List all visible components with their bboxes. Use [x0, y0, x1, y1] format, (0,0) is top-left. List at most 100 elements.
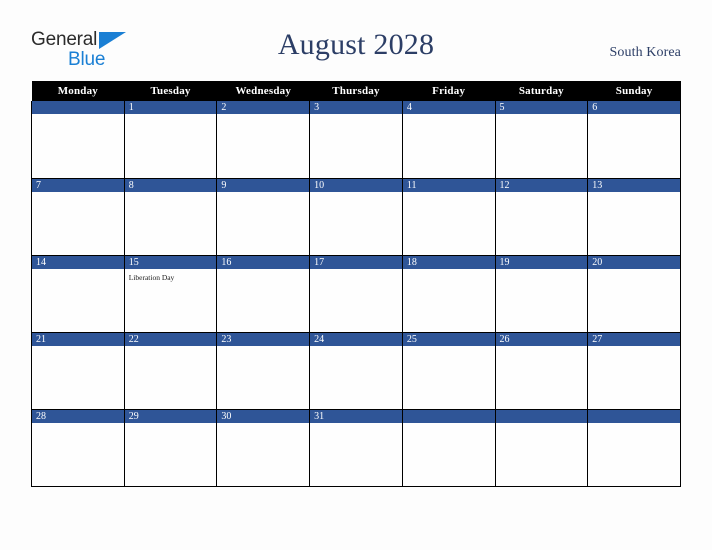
calendar-day-cell[interactable]: 26 [494, 332, 589, 410]
day-cell-inner: 12 [495, 178, 588, 255]
day-events [496, 114, 588, 118]
calendar-day-cell[interactable]: 18 [401, 255, 496, 333]
day-cell-inner: 1 [124, 101, 217, 178]
day-events [310, 423, 402, 427]
day-events [403, 114, 495, 118]
day-cell-inner [588, 409, 680, 486]
day-events [403, 346, 495, 350]
calendar-day-cell[interactable]: 21 [31, 332, 125, 410]
day-cell-inner: 23 [217, 332, 310, 409]
day-cell-inner: 21 [32, 332, 124, 409]
calendar-week-row: 28 29 30 31 [31, 409, 681, 487]
day-events [310, 346, 402, 350]
day-cell-inner: 27 [588, 332, 680, 409]
day-events [310, 269, 402, 273]
calendar-day-cell[interactable]: 25 [401, 332, 496, 410]
calendar-day-cell[interactable]: 6 [587, 101, 681, 179]
day-number: 9 [217, 178, 310, 192]
calendar-day-cell[interactable]: 3 [309, 101, 403, 179]
calendar-grid: Monday Tuesday Wednesday Thursday Friday… [31, 81, 681, 487]
calendar-day-cell[interactable]: 14 [31, 255, 125, 333]
calendar-day-cell[interactable]: 17 [309, 255, 403, 333]
calendar-day-cell[interactable]: 30 [216, 409, 311, 487]
day-cell-inner: 11 [402, 178, 495, 255]
day-number [32, 101, 124, 114]
day-cell-inner: 30 [217, 409, 310, 486]
calendar-day-cell[interactable]: 22 [123, 332, 218, 410]
calendar-day-cell[interactable]: 24 [309, 332, 403, 410]
day-cell-inner [495, 409, 588, 486]
day-events [217, 423, 309, 427]
calendar-week-row: 14 15 Liberation Day 16 17 18 19 20 [31, 255, 681, 333]
day-events [32, 114, 124, 118]
day-number: 14 [32, 255, 124, 269]
day-events [125, 114, 217, 118]
calendar-day-cell[interactable]: 23 [216, 332, 311, 410]
calendar-day-cell[interactable]: 8 [123, 178, 218, 256]
day-number: 31 [310, 409, 402, 423]
day-number: 16 [217, 255, 310, 269]
calendar-day-cell[interactable]: 31 [309, 409, 403, 487]
calendar-day-cell[interactable]: 15 Liberation Day [123, 255, 218, 333]
day-number: 26 [495, 332, 588, 346]
calendar-day-cell[interactable]: 4 [401, 101, 496, 179]
calendar-day-cell[interactable]: 12 [494, 178, 589, 256]
day-events [403, 269, 495, 273]
day-events [403, 192, 495, 196]
day-events [588, 114, 680, 118]
calendar-week-row: 21 22 23 24 25 26 27 [31, 332, 681, 410]
calendar-day-cell[interactable]: 7 [31, 178, 125, 256]
day-number: 21 [32, 332, 124, 346]
day-events [217, 346, 309, 350]
day-cell-inner: 29 [124, 409, 217, 486]
calendar-body: 1 2 3 4 5 6 7 8 9 10 11 12 13 14 15 Liberation Day 16 17 1… [31, 101, 681, 487]
day-cell-inner: 2 [217, 101, 310, 178]
day-cell-inner: 24 [310, 332, 402, 409]
calendar-empty-cell [494, 409, 589, 487]
day-number: 29 [124, 409, 217, 423]
weekday-header-friday: Friday [402, 81, 496, 101]
calendar-day-cell[interactable]: 9 [216, 178, 311, 256]
calendar-week-row: 7 8 9 10 11 12 13 [31, 178, 681, 256]
calendar-day-cell[interactable]: 11 [401, 178, 496, 256]
day-cell-inner: 18 [402, 255, 495, 332]
day-cell-inner: 31 [310, 409, 402, 486]
calendar-day-cell[interactable]: 1 [123, 101, 218, 179]
day-events [32, 423, 124, 427]
day-events [125, 192, 217, 196]
calendar-day-cell[interactable]: 19 [494, 255, 589, 333]
day-cell-inner: 19 [495, 255, 588, 332]
calendar-day-cell[interactable]: 16 [216, 255, 311, 333]
country-label: South Korea [609, 45, 681, 60]
calendar-empty-cell [587, 409, 681, 487]
day-events: Liberation Day [125, 269, 217, 283]
day-events [496, 423, 588, 427]
weekday-header-thursday: Thursday [309, 81, 403, 101]
day-cell-inner: 14 [32, 255, 124, 332]
calendar-day-cell[interactable]: 13 [587, 178, 681, 256]
calendar-day-cell[interactable]: 2 [216, 101, 311, 179]
day-number [588, 409, 680, 423]
day-cell-inner: 28 [32, 409, 124, 486]
calendar-day-cell[interactable]: 5 [494, 101, 589, 179]
calendar-day-cell[interactable]: 28 [31, 409, 125, 487]
day-cell-inner: 26 [495, 332, 588, 409]
day-number: 11 [402, 178, 495, 192]
day-cell-inner: 15 Liberation Day [124, 255, 217, 332]
page-header: General Blue August 2028 South Korea [0, 0, 712, 81]
day-number: 10 [310, 178, 402, 192]
calendar-day-cell[interactable]: 27 [587, 332, 681, 410]
day-number: 30 [217, 409, 310, 423]
weekday-header-monday: Monday [31, 81, 125, 101]
day-events [125, 346, 217, 350]
day-cell-inner: 9 [217, 178, 310, 255]
day-cell-inner [402, 409, 495, 486]
day-number [402, 409, 495, 423]
day-events [310, 192, 402, 196]
day-events [588, 423, 680, 427]
day-number: 15 [124, 255, 217, 269]
calendar-day-cell[interactable]: 10 [309, 178, 403, 256]
day-number: 24 [310, 332, 402, 346]
calendar-day-cell[interactable]: 29 [123, 409, 218, 487]
calendar-day-cell[interactable]: 20 [587, 255, 681, 333]
